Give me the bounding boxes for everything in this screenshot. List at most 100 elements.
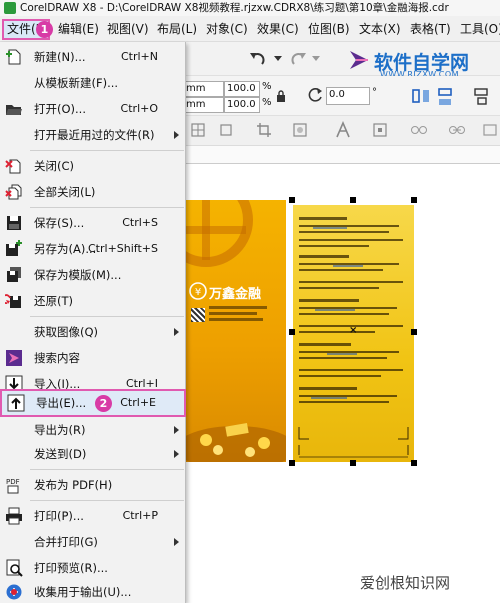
crop-tool-icon[interactable]	[256, 122, 272, 138]
menu-bitmaps-label: 位图(B)	[308, 22, 350, 36]
menu-item-collect-for-output[interactable]: 收集用于输出(U)...	[0, 579, 186, 603]
blend-tool-icon[interactable]	[410, 122, 428, 138]
menu-item-close-all[interactable]: 全部关闭(L)	[0, 179, 186, 205]
width-field[interactable]: mm	[184, 81, 224, 97]
scale-x-value: 100.0	[227, 83, 256, 94]
text-tool-icon[interactable]	[334, 121, 352, 139]
height-field[interactable]: mm	[184, 97, 224, 113]
node-tool-icon[interactable]	[372, 122, 388, 138]
menu-object-label: 对象(C)	[206, 22, 248, 36]
menu-separator	[30, 316, 184, 317]
menu-view-label: 视图(V)	[107, 22, 149, 36]
scale-y-field[interactable]: 100.0	[224, 97, 260, 113]
menu-edit[interactable]: 编辑(E)	[58, 20, 99, 38]
transform-tool-icon[interactable]	[218, 122, 234, 138]
menu-item-publish-pdf[interactable]: PDF 发布为 PDF(H)	[0, 472, 186, 498]
menu-separator	[30, 469, 184, 470]
menu-item-shortcut: Ctrl+Shift+S	[88, 242, 158, 255]
close-document-icon	[5, 159, 21, 174]
contour-tool-icon[interactable]	[448, 122, 466, 138]
redo-icon[interactable]	[288, 51, 308, 67]
menu-text[interactable]: 文本(X)	[359, 20, 401, 38]
menu-item-label: 收集用于输出(U)...	[34, 585, 132, 599]
window-title: CorelDRAW X8 - D:\CorelDRAW X8视频教程.rjzxw…	[20, 2, 449, 14]
menu-separator	[30, 150, 184, 151]
menu-item-new[interactable]: 新建(N)... Ctrl+N	[0, 44, 186, 70]
poster-brand-logo-icon: ¥	[189, 282, 207, 300]
scale-y-value: 100.0	[227, 99, 256, 110]
menu-item-export-as[interactable]: 导出为(R)	[0, 417, 186, 443]
menu-item-save[interactable]: 保存(S)... Ctrl+S	[0, 210, 186, 236]
submenu-arrow-icon	[174, 538, 179, 546]
undo-dropdown-icon[interactable]	[274, 54, 282, 62]
selection-handle[interactable]	[289, 197, 295, 203]
menu-item-label: 保存为模版(M)...	[34, 268, 122, 282]
menu-item-open[interactable]: 打开(O)... Ctrl+O	[0, 96, 186, 122]
menu-layout[interactable]: 布局(L)	[157, 20, 197, 38]
poster-text-line	[209, 312, 257, 315]
menu-item-label: 打印预览(R)...	[34, 561, 108, 575]
menu-item-search-content[interactable]: 搜索内容	[0, 345, 186, 371]
scale-x-field[interactable]: 100.0	[224, 81, 260, 97]
menu-item-label: 还原(T)	[34, 294, 73, 308]
menu-item-label: 另存为(A)...	[34, 242, 97, 256]
submenu-arrow-icon	[174, 328, 179, 336]
new-document-icon	[6, 49, 21, 65]
menu-item-label: 发送到(D)	[34, 447, 87, 461]
menu-object[interactable]: 对象(C)	[206, 20, 248, 38]
selection-handle[interactable]	[289, 329, 295, 335]
menu-item-label: 打印(P)...	[34, 509, 84, 523]
menu-view[interactable]: 视图(V)	[107, 20, 149, 38]
poster-qr-code	[191, 308, 205, 322]
envelope-tool-icon[interactable]	[482, 122, 498, 138]
align-icon[interactable]	[472, 86, 492, 108]
grid-tool-icon[interactable]	[190, 122, 206, 138]
menu-item-save-as[interactable]: 另存为(A)... Ctrl+Shift+S	[0, 236, 186, 262]
rotation-field[interactable]: 0.0	[326, 87, 370, 105]
menu-table-label: 表格(T)	[410, 22, 451, 36]
menu-item-label: 合并打印(G)	[34, 535, 98, 549]
open-folder-icon	[6, 105, 22, 115]
menu-item-shortcut: Ctrl+S	[122, 216, 158, 229]
menu-item-print-preview[interactable]: 打印预览(R)...	[0, 555, 186, 581]
redo-dropdown-icon[interactable]	[312, 54, 320, 62]
menu-item-acquire-image[interactable]: 获取图像(Q)	[0, 319, 186, 345]
collect-output-icon	[6, 584, 22, 600]
menu-item-close[interactable]: 关闭(C)	[0, 153, 186, 179]
menu-bitmaps[interactable]: 位图(B)	[308, 20, 350, 38]
menu-table[interactable]: 表格(T)	[410, 20, 451, 38]
menu-item-export[interactable]: 导出(E)... Ctrl+E 2	[0, 389, 186, 417]
pdf-icon: PDF	[6, 478, 20, 494]
menu-item-shortcut: Ctrl+N	[120, 50, 158, 63]
menu-item-send-to[interactable]: 发送到(D)	[0, 441, 186, 467]
footer-watermark: 爱创根知识网	[360, 574, 451, 592]
mirror-vertical-icon[interactable]	[436, 87, 456, 107]
object-toolbar	[186, 116, 500, 146]
menu-item-label: 新建(N)...	[34, 50, 86, 64]
menu-item-save-as-template[interactable]: 保存为模版(M)...	[0, 262, 186, 288]
poster-text-line	[209, 306, 267, 309]
shape-tool-icon[interactable]	[292, 122, 308, 138]
selection-handle[interactable]	[411, 329, 417, 335]
menu-tools-label: 工具(O)	[460, 22, 500, 36]
lock-ratio-icon[interactable]	[276, 90, 286, 102]
menu-item-label: 获取图像(Q)	[34, 325, 99, 339]
menu-effects[interactable]: 效果(C)	[257, 20, 299, 38]
selection-handle[interactable]	[411, 460, 417, 466]
selection-handle[interactable]	[350, 460, 356, 466]
selection-handle[interactable]	[411, 197, 417, 203]
selection-handle[interactable]	[289, 460, 295, 466]
undo-icon[interactable]	[248, 51, 268, 67]
menu-item-revert[interactable]: 还原(T)	[0, 288, 186, 314]
menu-item-print[interactable]: 打印(P)... Ctrl+P	[0, 503, 186, 529]
poster-background-graphic	[186, 200, 286, 462]
menu-item-open-recent[interactable]: 打开最近用过的文件(R)	[0, 122, 186, 148]
property-bar: mm mm 100.0 100.0 % % 0.0 °	[184, 76, 500, 116]
selection-handle[interactable]	[350, 197, 356, 203]
menu-item-print-merge[interactable]: 合并打印(G)	[0, 529, 186, 555]
menu-tools[interactable]: 工具(O)	[460, 20, 500, 38]
mirror-horizontal-icon[interactable]	[411, 87, 431, 107]
menu-item-new-from-template[interactable]: 从模板新建(F)...	[0, 70, 186, 96]
revert-icon	[5, 294, 21, 308]
file-menu-dropdown: 新建(N)... Ctrl+N 从模板新建(F)... 打开(O)... Ctr…	[0, 42, 186, 603]
